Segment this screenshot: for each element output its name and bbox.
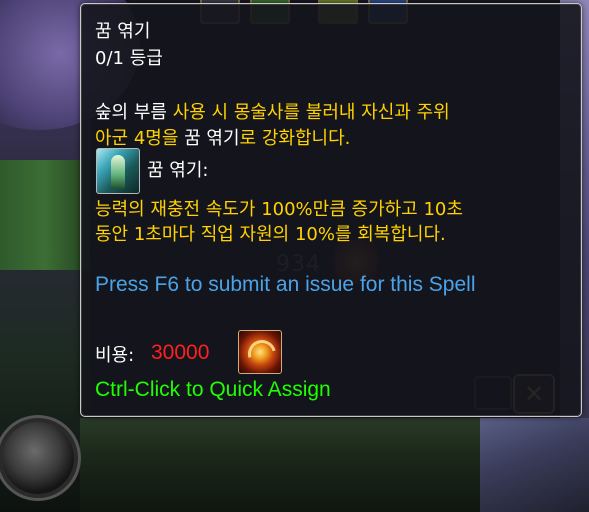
effect-line-1: 능력의 재충전 속도가 100%만큼 증가하고 10초 bbox=[95, 199, 463, 220]
fire-swirl-currency-icon bbox=[238, 330, 282, 374]
description-line-2: 아군 4명을 꿈 엮기로 강화합니다. bbox=[95, 124, 350, 150]
spell-tooltip: 꿈 엮기 0/1 등급 숲의 부름 사용 시 몽술사를 불러내 자신과 주위 아… bbox=[80, 3, 582, 417]
cost-label: 비용: bbox=[95, 345, 135, 366]
scene-field bbox=[0, 160, 90, 270]
description-text: 아군 4명을 bbox=[95, 128, 185, 149]
tooltip-title: 꿈 엮기 bbox=[95, 21, 151, 42]
dreamweaver-spell-icon bbox=[96, 148, 140, 194]
effect-name: 꿈 엮기: bbox=[147, 160, 209, 181]
description-line-1: 숲의 부름 사용 시 몽술사를 불러내 자신과 주위 bbox=[95, 98, 450, 124]
spell-reference: 꿈 엮기 bbox=[184, 128, 240, 149]
tooltip-rank: 0/1 등급 bbox=[95, 48, 163, 69]
scene-bottom-right bbox=[480, 418, 589, 512]
report-issue-hint: Press F6 to submit an issue for this Spe… bbox=[95, 273, 476, 296]
effect-line-2: 동안 1초마다 직업 자원의 10%를 회복합니다. bbox=[95, 224, 446, 245]
description-text: 사용 시 몽술사를 불러내 자신과 주위 bbox=[166, 102, 450, 123]
quick-assign-hint: Ctrl-Click to Quick Assign bbox=[95, 378, 331, 401]
cost-value: 30000 bbox=[151, 341, 210, 364]
minimap-orb[interactable] bbox=[2, 422, 74, 494]
spell-reference: 숲의 부름 bbox=[95, 102, 167, 123]
description-text: 로 강화합니다. bbox=[239, 128, 351, 149]
